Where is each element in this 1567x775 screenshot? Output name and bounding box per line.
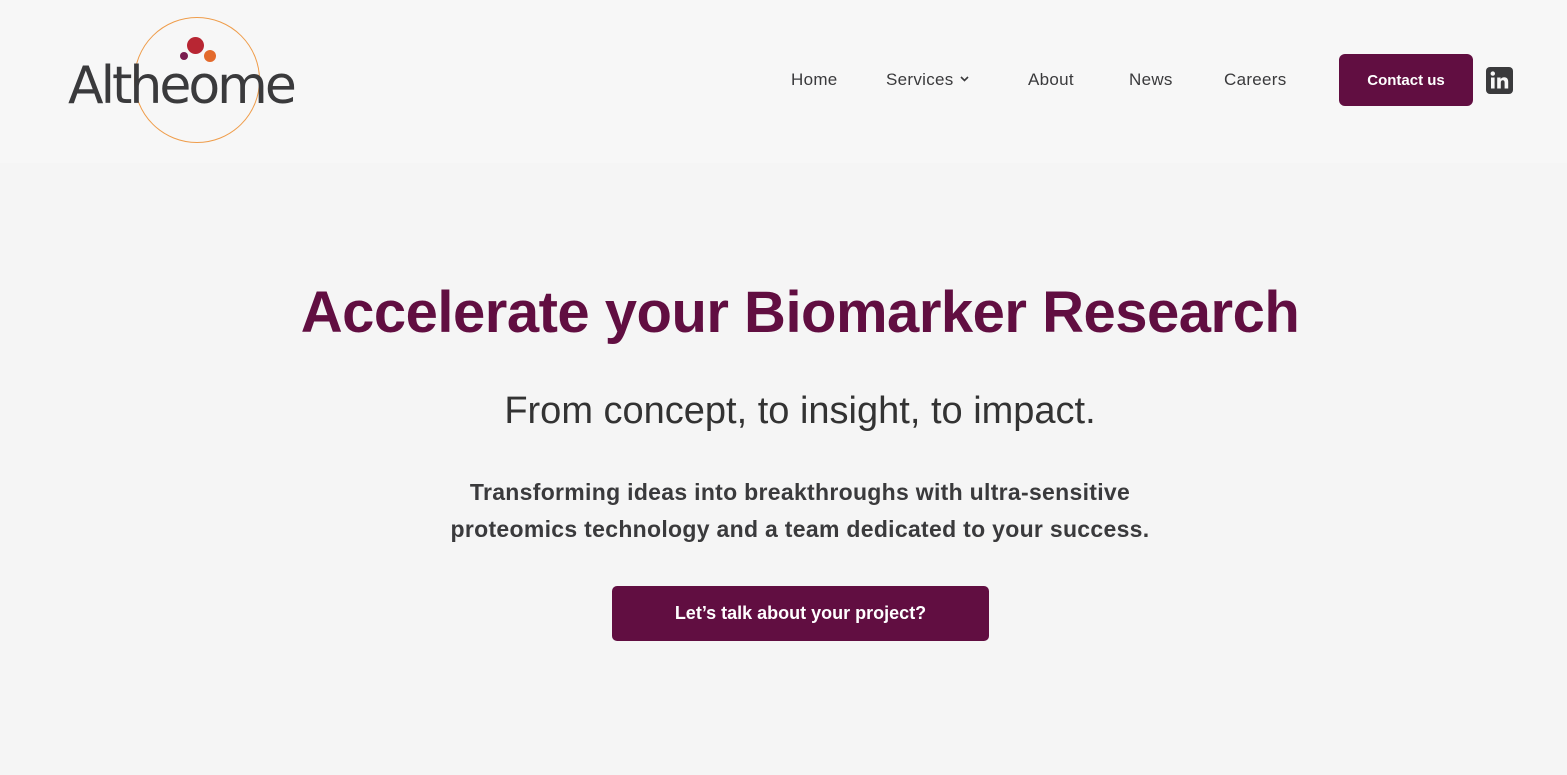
nav-home[interactable]: Home	[791, 66, 838, 94]
nav-services-label: Services	[886, 70, 954, 89]
talk-about-project-button[interactable]: Let’s talk about your project?	[612, 586, 989, 641]
nav-careers[interactable]: Careers	[1224, 66, 1287, 94]
contact-us-button[interactable]: Contact us	[1339, 54, 1473, 106]
chevron-down-icon	[960, 76, 969, 82]
hero-title: Accelerate your Biomarker Research	[300, 280, 1300, 345]
logo-dot-red	[187, 37, 204, 54]
site-header: Altheome Home Services About News Career…	[0, 0, 1567, 163]
nav-services[interactable]: Services	[886, 66, 969, 94]
hero-description-line: proteomics technology and a team dedicat…	[450, 516, 1150, 542]
page: Altheome Home Services About News Career…	[0, 0, 1567, 775]
linkedin-icon[interactable]	[1486, 67, 1513, 94]
hero-section: Accelerate your Biomarker Research From …	[0, 163, 1567, 775]
nav-about[interactable]: About	[1028, 66, 1074, 94]
hero-description-line: Transforming ideas into breakthroughs wi…	[469, 479, 1131, 505]
hero-subtitle: From concept, to insight, to impact.	[504, 390, 1096, 432]
logo-wordmark: Altheome	[68, 56, 297, 116]
nav-news[interactable]: News	[1129, 66, 1173, 94]
altheome-logo[interactable]: Altheome	[68, 16, 330, 144]
hero-description: Transforming ideas into breakthroughs wi…	[400, 474, 1200, 548]
